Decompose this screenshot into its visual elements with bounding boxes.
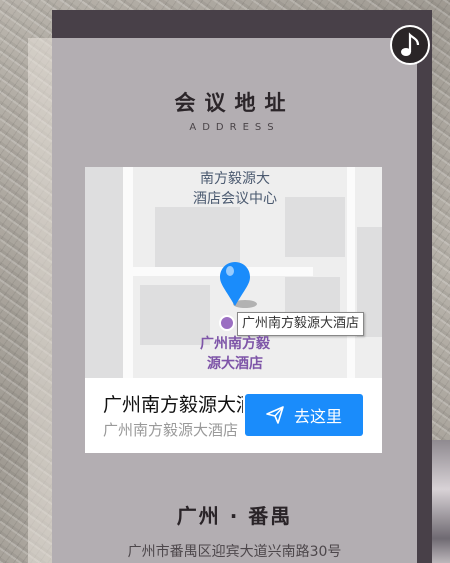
- hotel-poi-icon: [219, 315, 235, 331]
- map-view[interactable]: 南方毅源大 酒店会议中心 广州南方毅源大酒店 广州南方毅 源大酒店: [85, 167, 382, 378]
- map-road: [347, 167, 355, 378]
- paper-plane-icon: [266, 406, 284, 424]
- location-name: 广州南方毅源大酒店: [103, 394, 243, 416]
- location-address: 广州南方毅源大酒店: [103, 421, 239, 439]
- background-photo-edge: [432, 440, 450, 563]
- navigate-button-label: 去这里: [293, 407, 342, 426]
- section-title: 会议地址: [174, 90, 295, 115]
- location-info-card: 广州南方毅源大酒店 广州南方毅源大酒店 去这里: [85, 378, 382, 453]
- navigate-button[interactable]: 去这里: [245, 394, 363, 436]
- map-label-conference-center: 南方毅源大 酒店会议中心: [193, 171, 277, 207]
- music-toggle-button[interactable]: [390, 25, 430, 65]
- city-district: 广州 · 番禺: [176, 504, 293, 528]
- card-offset-strip: [28, 38, 52, 563]
- map-poi-name: 广州南方毅 源大酒店: [200, 336, 270, 372]
- section-subtitle: ADDRESS: [189, 122, 280, 133]
- map-block: [85, 167, 123, 378]
- map-pin-icon: [220, 262, 257, 308]
- map-poi-callout[interactable]: 广州南方毅源大酒店: [237, 312, 365, 336]
- map-block: [155, 207, 240, 267]
- map-road: [123, 167, 133, 378]
- street-address: 广州市番禺区迎宾大道兴南路30号: [127, 544, 342, 560]
- music-note-icon: [401, 32, 420, 56]
